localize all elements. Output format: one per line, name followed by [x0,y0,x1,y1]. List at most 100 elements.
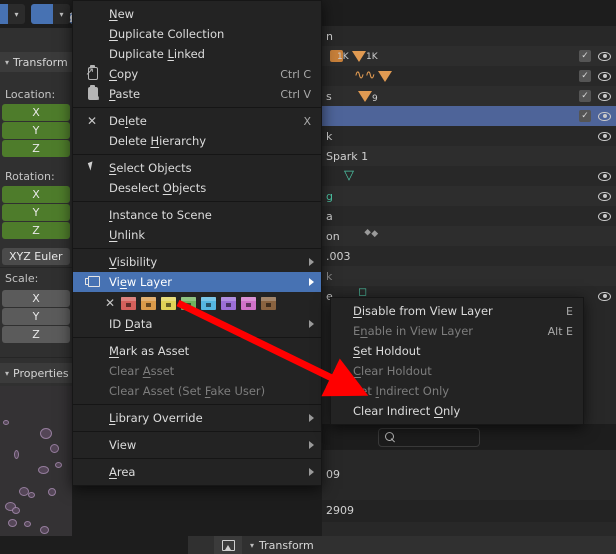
swatch-color-07[interactable] [241,296,256,310]
rotation-mode-dropdown[interactable]: XYZ Euler [2,248,70,265]
menu-item-select-objects[interactable]: Select Objects [73,158,321,178]
x-icon[interactable]: ✕ [105,296,115,310]
cursor-icon [85,160,101,176]
menu-item-paste[interactable]: ↘ Paste Ctrl V [73,84,321,104]
viewport-preview[interactable] [0,386,72,536]
mode-dropdown-button[interactable] [0,4,8,24]
properties-panel-header[interactable]: ▾ Properties [0,363,72,383]
scale-x-field[interactable]: X [2,290,70,307]
swatch-color-02[interactable] [141,296,156,310]
scale-z-field[interactable]: Z [2,326,70,343]
mode-dropdown-chevron-icon[interactable]: ▾ [8,4,25,24]
row-label: g [326,190,333,203]
menu-item-duplicate-linked[interactable]: Duplicate Linked [73,44,321,64]
transform-panel-header[interactable]: ▾ Transform [0,52,72,72]
visibility-eye-icon[interactable] [598,170,611,182]
value-row[interactable]: 2909 [322,500,616,522]
rotation-label: Rotation: [5,170,55,183]
divider [0,357,72,358]
submenu-item-disable-from-view-layer[interactable]: Disable from View Layer E [331,301,583,321]
outliner-row[interactable]: a [322,206,616,226]
visibility-eye-icon[interactable] [598,90,611,102]
separator [73,201,321,202]
outliner-row[interactable]: on ⯁◆ [322,226,616,246]
menu-item-library-override[interactable]: Library Override [73,408,321,428]
swatch-color-04[interactable] [181,296,196,310]
menu-item-area[interactable]: Area [73,462,321,482]
visibility-eye-icon[interactable] [598,190,611,202]
swatch-color-03[interactable] [161,296,176,310]
menu-item-delete[interactable]: ✕ Delete X [73,111,321,131]
menu-item-deselect-objects[interactable]: Deselect Objects [73,178,321,198]
outliner-row[interactable]: g [322,186,616,206]
swatch-color-01[interactable] [121,296,136,310]
outliner-row-selected[interactable]: ✓ [322,106,616,126]
shading-dropdown-button[interactable] [31,4,80,24]
menu-item-new[interactable]: New [73,4,321,24]
search-input-lower[interactable] [378,428,480,447]
menu-item-visibility[interactable]: Visibility [73,252,321,272]
location-z-field[interactable]: Z [2,140,70,157]
menu-item-unlink[interactable]: Unlink [73,225,321,245]
location-label: Location: [5,88,56,101]
outliner-row[interactable]: .003 [322,246,616,266]
visibility-eye-icon[interactable] [598,110,611,122]
mesh-data-icon [352,51,366,62]
visibility-eye-icon[interactable] [598,50,611,62]
menu-item-duplicate-collection[interactable]: Duplicate Collection [73,24,321,44]
menu-item-copy[interactable]: ↗ Copy Ctrl C [73,64,321,84]
swatch-color-06[interactable] [221,296,236,310]
menu-item-mark-as-asset[interactable]: Mark as Asset [73,341,321,361]
chevron-right-icon [309,441,314,449]
location-x-field[interactable]: X [2,104,70,121]
enable-checkbox[interactable]: ✓ [579,90,591,102]
rotation-x-field[interactable]: X [2,186,70,203]
menu-item-id-data[interactable]: ID Data [73,314,321,334]
menu-item-delete-hierarchy[interactable]: Delete Hierarchy [73,131,321,151]
bottom-bar-transform-tab[interactable]: ▾ Transform [242,536,616,554]
outliner-row[interactable]: ∿∿ ✓ [322,66,616,86]
chevron-right-icon [309,258,314,266]
visibility-eye-icon[interactable] [598,290,611,302]
image-editor-icon[interactable] [214,536,242,554]
rotation-y-field[interactable]: Y [2,204,70,221]
chevron-right-icon [309,414,314,422]
visibility-eye-icon[interactable] [598,70,611,82]
submenu-item-set-holdout[interactable]: Set Holdout [331,341,583,361]
shading-dropdown-chevron-icon[interactable]: ▾ [53,4,70,24]
swatch-color-08[interactable] [261,296,276,310]
collection-context-menu: New Duplicate Collection Duplicate Linke… [72,0,322,486]
outliner-row[interactable]: 1K 1K ✓ [322,46,616,66]
menu-item-view[interactable]: View [73,435,321,455]
outliner-row[interactable]: ▽ [322,166,616,186]
visibility-eye-icon[interactable] [598,210,611,222]
submenu-item-clear-indirect-only[interactable]: Clear Indirect Only [331,401,583,421]
sidebar-header: ▾ ▾ [0,0,80,28]
menu-item-instance-to-scene[interactable]: Instance to Scene [73,205,321,225]
value-row[interactable]: 09 [322,464,616,486]
separator [73,458,321,459]
row-label: on [326,230,340,243]
chevron-right-icon [309,320,314,328]
location-y-field[interactable]: Y [2,122,70,139]
scale-y-field[interactable]: Y [2,308,70,325]
copy-icon: ↗ [85,65,101,82]
outliner-row[interactable]: s 9 ✓ [322,86,616,106]
menu-item-clear-asset: Clear Asset [109,364,175,378]
enable-checkbox[interactable]: ✓ [579,110,591,122]
swatch-color-05[interactable] [201,296,216,310]
bottom-bar-segment[interactable] [188,536,214,554]
outliner-row[interactable]: k [322,266,616,286]
outliner-row[interactable]: k [322,126,616,146]
outliner-row[interactable]: Spark 1 [322,146,616,166]
chevron-down-icon: ▾ [5,368,10,378]
outliner-row[interactable]: n [322,26,616,46]
row-label: s [326,90,332,103]
visibility-eye-icon[interactable] [598,130,611,142]
rotation-z-field[interactable]: Z [2,222,70,239]
enable-checkbox[interactable]: ✓ [579,70,591,82]
enable-checkbox[interactable]: ✓ [579,50,591,62]
chevron-right-icon [309,468,314,476]
vertex-data-icon: ▽ [344,168,354,183]
menu-item-view-layer[interactable]: View Layer [73,272,321,292]
